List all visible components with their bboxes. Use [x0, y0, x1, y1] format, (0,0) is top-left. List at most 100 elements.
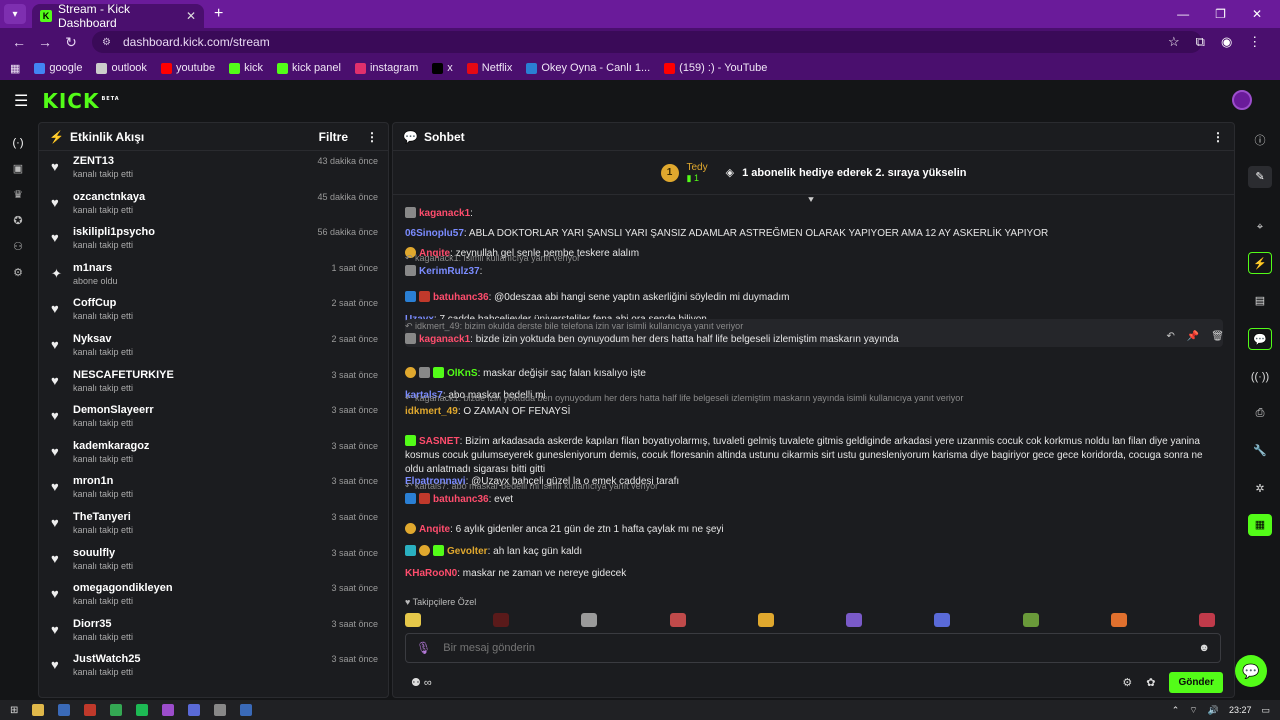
reload-icon[interactable]: ↻ [60, 34, 82, 51]
browser-tab[interactable]: K Stream - Kick Dashboard ✕ [32, 2, 204, 30]
url-field[interactable]: ⚙ dashboard.kick.com/stream [92, 31, 1202, 53]
bookmark-item[interactable]: (159) :) - YouTube [664, 62, 767, 74]
bookmark-item[interactable]: Okey Oyna - Canlı 1... [526, 62, 650, 74]
filter-button[interactable]: Filtre [319, 130, 348, 144]
send-button[interactable]: Gönder [1169, 671, 1223, 693]
chat-input-box[interactable]: 🎙 ☻ [405, 633, 1221, 663]
help-chat-icon[interactable]: 💬 [1235, 655, 1267, 687]
clock[interactable]: 23:27 [1229, 705, 1252, 715]
chat-username[interactable]: Gevolter [447, 546, 488, 557]
activity-item[interactable]: ♥ mron1n kanalı takip etti 3 saat önce [39, 471, 388, 507]
apps-grid-icon[interactable]: ▦ [10, 62, 20, 75]
chat-username[interactable]: kaganack1 [419, 208, 470, 219]
tray-chevron-icon[interactable]: ⌃ [1172, 705, 1180, 716]
activity-menu-icon[interactable]: ⋮ [366, 130, 378, 144]
browser-menu-icon[interactable]: ⋮ [1248, 34, 1261, 50]
chat-username[interactable]: batuhanc36 [433, 494, 489, 505]
bookmark-item[interactable]: youtube [160, 62, 215, 74]
users-icon[interactable]: ⚇ [0, 234, 36, 260]
activity-item[interactable]: ♥ ZENT13 kanalı takip etti 43 dakika önce [39, 151, 388, 187]
kick-logo[interactable]: KICK BETA [42, 89, 119, 113]
settings-icon[interactable]: ⚙ [0, 260, 36, 286]
pin-icon[interactable]: 📌 [1187, 331, 1199, 342]
chat-username[interactable]: OlKnS [447, 368, 478, 379]
steam2-icon[interactable] [240, 704, 253, 716]
bookmark-item[interactable]: instagram [354, 62, 418, 74]
wifi-icon[interactable]: ⌔ [1189, 705, 1197, 716]
chat-username[interactable]: idkmert_49 [405, 406, 458, 417]
chat-message[interactable]: batuhanc36: @0deszaa abi hangi sene yapt… [405, 291, 1223, 305]
delete-icon[interactable]: 🗑 [1211, 331, 1224, 342]
activity-item[interactable]: ♥ omegagondikleyen kanalı takip etti 3 saat… [39, 578, 388, 614]
chat-username[interactable]: Anqite [419, 524, 450, 535]
activity-item[interactable]: ♥ TheTanyeri kanalı takip etti 3 saat önce [39, 507, 388, 543]
wrench-icon[interactable]: 🔧 [1248, 440, 1272, 462]
chat-username[interactable]: kaganack1 [419, 334, 470, 345]
emote[interactable] [1110, 613, 1127, 627]
chat-message[interactable]: SASNET: Bizim arkadasada askerde kapılar… [405, 435, 1223, 477]
activity-item[interactable]: ♥ JustWatch25 kanalı takip etti 3 saat önce [39, 649, 388, 685]
reply-context[interactable]: ↶ kaganack1: isimli kullanıcıya yanıt ve… [405, 251, 1223, 265]
close-tab-icon[interactable]: ✕ [186, 9, 196, 23]
chat-message[interactable]: ↶ kaganack1: bizde izin yoktuda ben oynu… [405, 391, 1223, 419]
chat-input[interactable] [443, 642, 1199, 654]
emote[interactable] [1022, 613, 1039, 627]
chrome-icon[interactable] [110, 704, 123, 716]
emote[interactable] [493, 613, 510, 627]
notifications-icon[interactable]: ▭ [1261, 705, 1270, 716]
extensions-panel-icon[interactable]: ✲ [1248, 478, 1272, 500]
chat-toggle-icon[interactable]: 💬 [1248, 328, 1272, 350]
chat-message[interactable]: OlKnS: maskar değişir saç falan kısalıyo… [405, 367, 1223, 381]
user-avatar[interactable] [1232, 90, 1252, 110]
back-icon[interactable]: ← [8, 34, 30, 50]
scroll-to-bottom-icon[interactable]: ⯆ [807, 195, 815, 206]
activity-item[interactable]: ♥ kademkaragoz kanalı takip etti 3 saat önc… [39, 436, 388, 472]
bookmark-star-icon[interactable]: ☆ [1168, 34, 1180, 50]
chat-message[interactable]: ↶ idkmert_49: bizim okulda derste bile t… [405, 319, 1223, 347]
bookmark-item[interactable]: kick panel [277, 62, 341, 74]
volume-icon[interactable]: 🔊 [1208, 705, 1219, 716]
file-explorer-icon[interactable] [32, 704, 45, 716]
chat-message[interactable]: Gevolter: ah lan kaç gün kaldı [405, 545, 1223, 559]
restore-icon[interactable]: ❐ [1215, 7, 1226, 21]
emote[interactable] [581, 613, 598, 627]
reply-context[interactable]: ↶ idkmert_49: bizim okulda derste bile t… [405, 319, 1223, 333]
chat-username[interactable]: KerimRulz37 [419, 266, 480, 277]
emoji-icon[interactable]: ☻ [1198, 642, 1210, 654]
gift-leaderboard-bar[interactable]: 1 Tedy ▮ 1 ◈ 1 abonelik hediye ederek 2.… [393, 151, 1234, 195]
obs-icon[interactable] [214, 704, 227, 716]
print-icon[interactable]: ⎙ [1248, 402, 1272, 424]
tab-search-icon[interactable]: ▾ [4, 4, 26, 24]
reply-context[interactable]: ↶ kartals7: abo maskar bedelli mi isimli… [405, 479, 1223, 493]
tools-icon[interactable]: ⚉ ∞ [411, 676, 432, 689]
bookmark-item[interactable]: Netflix [466, 62, 512, 74]
broadcast-icon[interactable]: ((·)) [1248, 366, 1272, 388]
chat-message[interactable]: ↶ kartals7: abo maskar bedelli mi isimli… [405, 479, 1223, 507]
chat-message[interactable]: ↶ kaganack1: isimli kullanıcıya yanıt ve… [405, 251, 1223, 279]
clip-icon[interactable]: ▦ [1248, 514, 1272, 536]
bookmark-item[interactable]: google [34, 62, 82, 74]
microphone-icon[interactable]: 🎙 [416, 641, 431, 655]
close-window-icon[interactable]: ✕ [1252, 7, 1262, 21]
emote[interactable] [1198, 613, 1215, 627]
trophy-icon[interactable]: ♛ [0, 182, 36, 208]
emote[interactable] [934, 613, 951, 627]
activity-item[interactable]: ♥ Diorr35 kanalı takip etti 3 saat önce [39, 614, 388, 650]
emote[interactable] [669, 613, 686, 627]
chat-message[interactable]: 06Sinoplu57: ABLA DOKTORLAR YARI ŞANSLI … [405, 227, 1223, 241]
forward-icon[interactable]: → [34, 34, 56, 50]
info-icon[interactable]: ⓘ [1248, 130, 1272, 152]
steam-icon[interactable] [58, 704, 71, 716]
emote[interactable] [405, 613, 421, 627]
profile-icon[interactable]: ◉ [1221, 34, 1232, 50]
minimize-icon[interactable]: — [1177, 7, 1189, 21]
stream-icon[interactable]: (·) [0, 130, 36, 156]
chat-settings-icon[interactable]: ⚙ [1122, 676, 1132, 689]
emote[interactable] [757, 613, 774, 627]
edit-icon[interactable]: ✎ [1248, 166, 1272, 188]
chat-username[interactable]: 06Sinoplu57 [405, 228, 464, 239]
chrome-active-icon[interactable] [162, 704, 175, 716]
reply-icon[interactable]: ↶ [1166, 331, 1174, 342]
opera-icon[interactable] [84, 704, 97, 716]
activity-item[interactable]: ♥ CoffCup kanalı takip etti 2 saat önce [39, 293, 388, 329]
